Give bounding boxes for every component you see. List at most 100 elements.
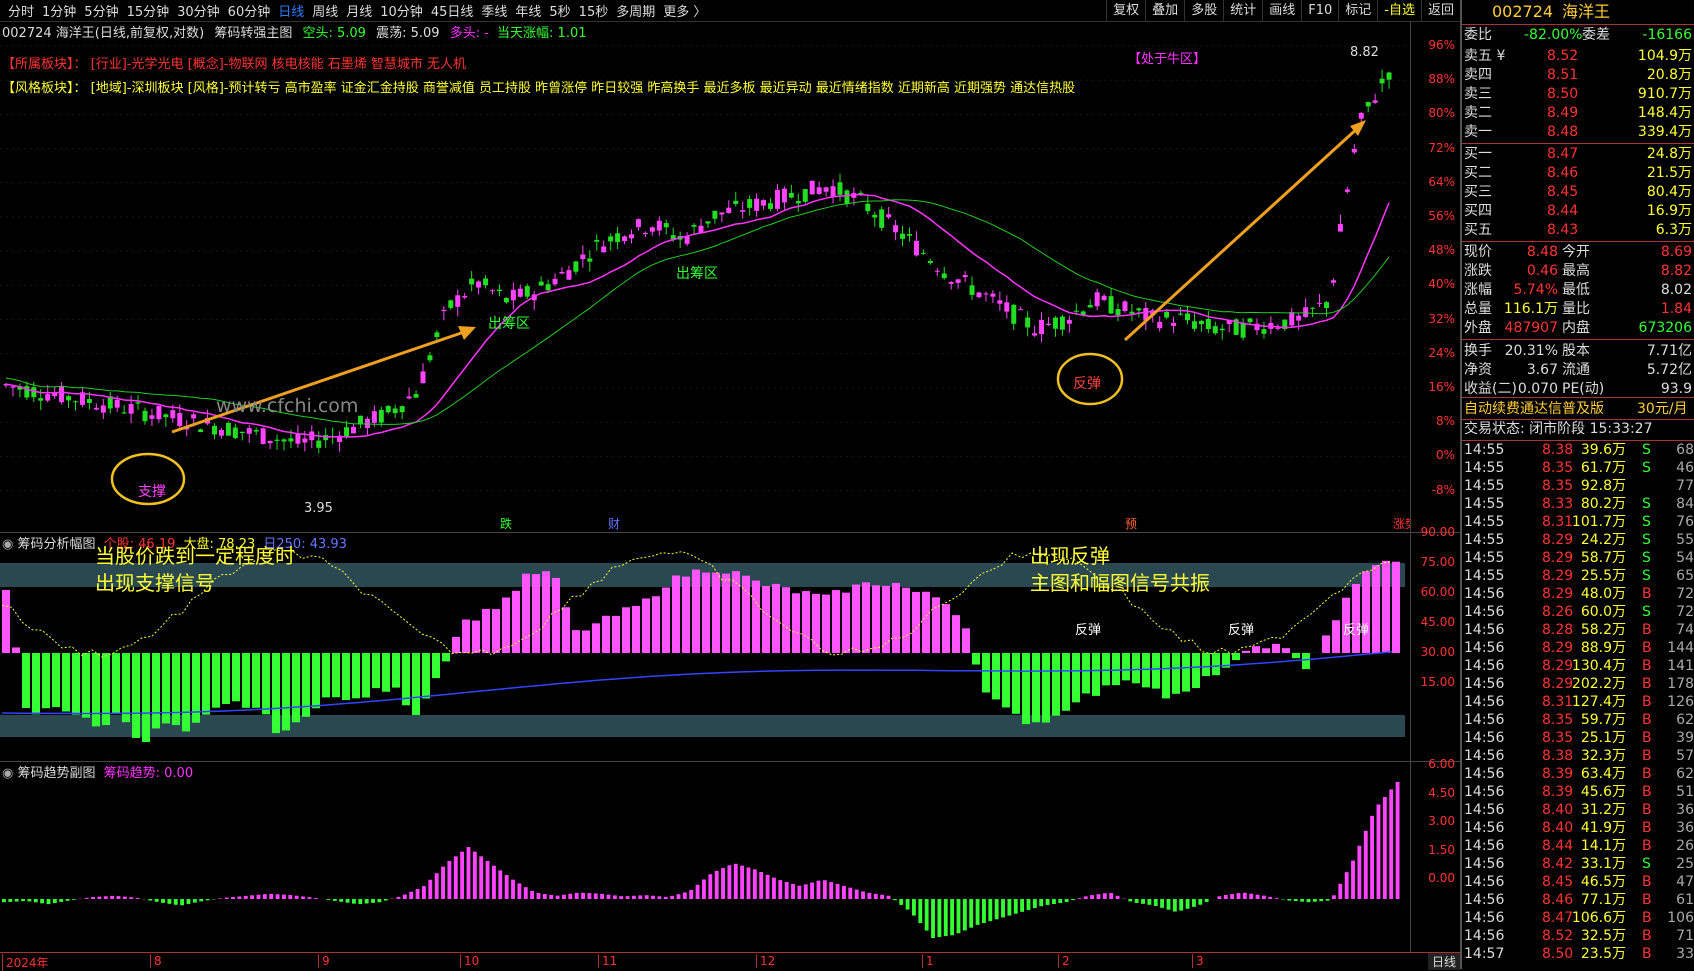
- weibi-label: 委比: [1464, 26, 1492, 45]
- timeframe-tab[interactable]: 15分钟: [127, 1, 170, 20]
- timeframe-tab[interactable]: 周线: [312, 1, 338, 20]
- timeframe-tab[interactable]: 5秒: [549, 1, 570, 20]
- ask-price: 8.51: [1547, 66, 1578, 85]
- main-candlestick-chart[interactable]: 支撑反弹出筹区出筹区www.cfchi.com8.823.95跌财预涨势: [0, 22, 1410, 532]
- toolbar-button[interactable]: -自选: [1377, 0, 1421, 21]
- toolbar-button[interactable]: 统计: [1223, 0, 1262, 21]
- tick-volume: 45.6万: [1581, 783, 1626, 802]
- candle-body: [483, 278, 488, 285]
- tick-side: B: [1642, 657, 1652, 676]
- y-tick-label: 0.00: [1428, 871, 1455, 885]
- candle-body: [810, 181, 815, 195]
- toolbar-button[interactable]: 叠加: [1145, 0, 1184, 21]
- tick-count: 33: [1676, 945, 1694, 964]
- toolbar-button[interactable]: 多股: [1184, 0, 1223, 21]
- candle-body: [136, 402, 141, 403]
- y-tick-label: 56%: [1428, 209, 1455, 223]
- tick-row: 14:568.5232.5万B71: [1462, 927, 1694, 946]
- candle-body: [427, 355, 432, 360]
- tick-time: 14:55: [1464, 441, 1504, 460]
- candle-body: [1345, 189, 1350, 191]
- toolbar-button[interactable]: 标记: [1338, 0, 1377, 21]
- candle-body: [928, 261, 933, 263]
- bid-label: 买四: [1464, 202, 1492, 221]
- ask-row: 卖一8.48339.4万: [1462, 123, 1694, 142]
- tick-side: B: [1642, 891, 1652, 910]
- timeframe-tab[interactable]: 10分钟: [380, 1, 423, 20]
- sub2-y-axis: 6.004.503.001.500.00: [1410, 762, 1459, 952]
- tick-time: 14:56: [1464, 765, 1504, 784]
- candle-body: [921, 253, 926, 254]
- tick-count: 84: [1676, 495, 1694, 514]
- timeframe-tab[interactable]: 5分钟: [84, 1, 118, 20]
- tick-row: 14:558.3380.2万S84: [1462, 495, 1694, 514]
- toolbar-button[interactable]: 画线: [1262, 0, 1301, 21]
- candle-body: [566, 270, 571, 280]
- tick-count: 51: [1676, 783, 1694, 802]
- bid-volume: 21.5万: [1647, 164, 1692, 183]
- toolbar-button[interactable]: 复权: [1106, 0, 1145, 21]
- tick-price: 8.31: [1542, 693, 1573, 712]
- bid-label: 买二: [1464, 164, 1492, 183]
- y-tick-label: 6.00: [1428, 757, 1455, 771]
- timeframe-tab[interactable]: 分时: [8, 1, 34, 20]
- tick-volume: 63.4万: [1581, 765, 1626, 784]
- y-tick-label: -8%: [1432, 483, 1455, 497]
- candle-body: [692, 225, 697, 227]
- timeframe-tab[interactable]: 更多 〉: [663, 1, 706, 20]
- tick-time: 14:56: [1464, 891, 1504, 910]
- candle-body: [129, 404, 134, 414]
- tick-volume: 127.4万: [1572, 693, 1626, 712]
- tick-row: 14:568.4041.9万B36: [1462, 819, 1694, 838]
- timeframe-tab[interactable]: 1分钟: [42, 1, 76, 20]
- candle-body: [344, 427, 349, 437]
- tick-volume: 25.1万: [1581, 729, 1626, 748]
- chip-trend-chart[interactable]: [0, 762, 1410, 952]
- tick-time: 14:56: [1464, 657, 1504, 676]
- timeframe-tab[interactable]: 多周期: [616, 1, 655, 20]
- tick-side: B: [1642, 783, 1652, 802]
- fantan-label: 反弹: [1228, 623, 1254, 638]
- candle-body: [462, 296, 467, 298]
- timeframe-tab[interactable]: 季线: [481, 1, 507, 20]
- tick-time: 14:56: [1464, 909, 1504, 928]
- timeframe-tab[interactable]: 60分钟: [228, 1, 271, 20]
- tick-price: 8.40: [1542, 801, 1573, 820]
- tick-count: 36: [1676, 801, 1694, 820]
- candle-body: [1366, 102, 1371, 106]
- tick-time: 14:55: [1464, 531, 1504, 550]
- fantan-label: 反弹: [1343, 623, 1369, 638]
- candle-body: [434, 332, 439, 337]
- candle-body: [414, 394, 419, 398]
- candle-body: [740, 210, 745, 212]
- tick-side: B: [1642, 945, 1652, 964]
- bid-row: 买一8.4724.8万: [1462, 145, 1694, 164]
- candle-body: [455, 295, 460, 307]
- y-tick-label: 24%: [1428, 346, 1455, 360]
- y-tick-label: 8%: [1436, 414, 1455, 428]
- timeframe-tab[interactable]: 日线: [278, 1, 304, 20]
- stat-value: 1.84: [1661, 300, 1692, 319]
- timeframe-tab[interactable]: 45日线: [431, 1, 474, 20]
- candle-body: [977, 293, 982, 298]
- timeframe-tab[interactable]: 月线: [346, 1, 372, 20]
- y-tick-label: 4.50: [1428, 786, 1455, 800]
- period-label[interactable]: 日线: [1428, 953, 1460, 970]
- timeframe-tab[interactable]: 年线: [515, 1, 541, 20]
- toolbar-button[interactable]: F10: [1301, 0, 1338, 21]
- tick-volume: 41.9万: [1581, 819, 1626, 838]
- candle-body: [59, 386, 64, 402]
- tick-time: 14:55: [1464, 513, 1504, 532]
- candle-body: [1074, 311, 1079, 312]
- toolbar-button[interactable]: 返回: [1421, 0, 1460, 21]
- tick-price: 8.26: [1542, 603, 1573, 622]
- tick-price: 8.45: [1542, 873, 1573, 892]
- timeframe-tab[interactable]: 30分钟: [177, 1, 220, 20]
- candle-body: [580, 255, 585, 260]
- chip-analysis-chart[interactable]: 当股价跌到一定程度时出现支撑信号出现反弹主图和幅图信号共振反弹反弹反弹: [0, 533, 1410, 761]
- y-tick-label: 80%: [1428, 106, 1455, 120]
- tick-volume: 46.5万: [1581, 873, 1626, 892]
- timeframe-tab[interactable]: 15秒: [579, 1, 609, 20]
- stat-label: 流通: [1562, 361, 1590, 380]
- candle-body: [775, 190, 780, 209]
